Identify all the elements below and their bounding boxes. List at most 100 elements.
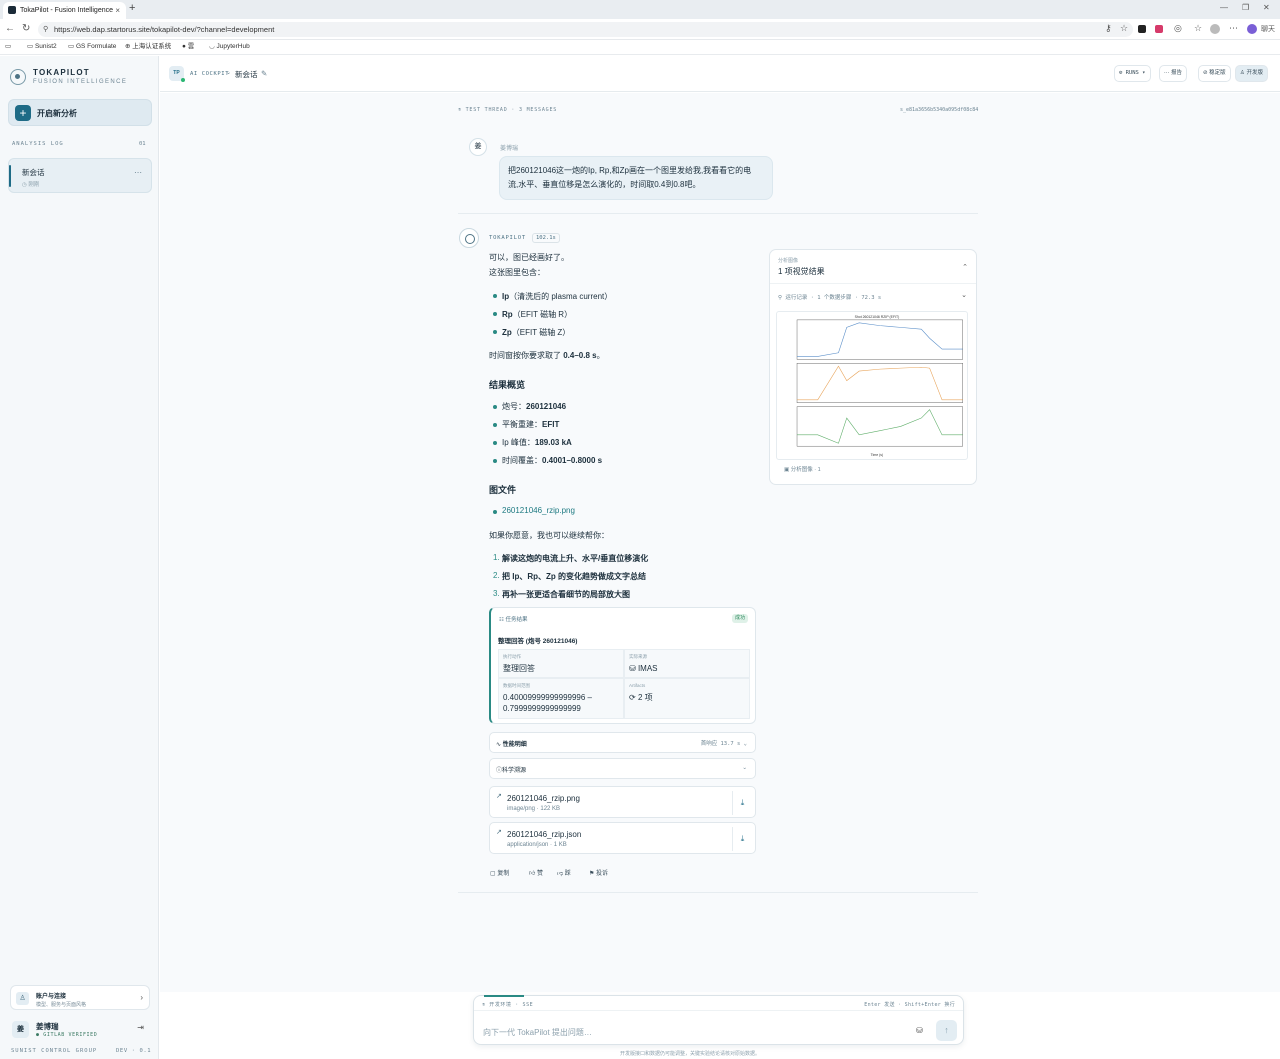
report-button[interactable]: ⚑ 投诉 [589,868,608,877]
send-button[interactable]: ↑ [936,1020,957,1041]
runs-button[interactable]: ⚙ RUNS ▾ [1114,65,1151,82]
site-info-icon[interactable]: ⚲ [43,22,48,37]
more-icon[interactable]: ⋯ [1229,23,1238,34]
database-icon[interactable]: ⛁ [916,1026,923,1035]
bookmark-item[interactable]: ▭ GS Formulate [68,40,116,54]
message-divider [458,892,978,893]
file-attachment[interactable]: ↗ 260121046_rzip.png image/png · 122 KB … [489,786,756,818]
performance-details-toggle[interactable]: ∿ 性能明细 首响应 13.7 s ⌄ [489,732,756,753]
file-meta: application/json · 1 KB [507,842,567,848]
file-attachment[interactable]: ↗ 260121046_rzip.json application/json ·… [489,822,756,854]
assistant-text: 这张图里包含： [489,268,545,277]
version-label: DEV · 0.1 [116,1048,152,1054]
avatar: 姜 [12,1021,29,1038]
session-title[interactable]: 新会话 [235,69,258,80]
rzip-plot[interactable]: Shot 260121046 RZIP (EFIT) Time (s) [776,311,968,460]
browser-tab[interactable]: TokaPilot - Fusion Intelligence × [3,2,126,19]
chevron-down-icon[interactable]: ⌄ [226,69,231,76]
close-window-icon[interactable]: ✕ [1263,3,1270,12]
chevron-right-icon: › [140,993,143,1002]
browser-toolbar: ← ↻ ⚲ https://web.dap.startorus.site/tok… [0,19,1280,40]
back-icon[interactable]: ← [5,23,15,34]
tab-title: TokaPilot - Fusion Intelligence [20,7,113,14]
assistant-text: 可以，图已经画好了。 [489,253,569,262]
thread-id: s_e81a3656b5340a095df08c84 [900,107,979,113]
brand-name: TOKAPILOT [33,68,90,77]
analysis-log-count: 01 [139,141,146,147]
panel-label: 分析图像 [778,258,799,264]
assistant-text: 如果你愿意，我也可以继续帮你： [489,531,609,540]
session-more-icon[interactable]: ⋯ [134,168,142,177]
person-icon: ♙ [16,992,29,1005]
user-profile: 姜 姜博瑞 ● GITLAB VERIFIED ⇥ [10,1017,150,1041]
analysis-log-header: ANALYSIS LOG [12,141,64,147]
copilot-icon[interactable] [1247,24,1257,34]
copilot-label[interactable]: 聊天 [1261,24,1275,34]
logout-icon[interactable]: ⇥ [137,1023,144,1032]
accent-line [484,995,524,997]
bullet [493,459,497,463]
bookmarks-bar: ▭ ▭ Sunist2 ▭ GS Formulate ⊕ 上海认证系统 ● 雲 … [0,40,1280,55]
extension-icon[interactable]: ◎ [1174,23,1182,34]
list-item: 平衡重建：EFIT [502,420,560,429]
chevron-down-icon[interactable]: ⌄ [961,291,967,299]
reload-icon[interactable]: ↻ [22,23,30,34]
chevron-down-icon: ⌄ [742,765,747,771]
file-name: 260121046_rzip.png [507,794,580,803]
new-analysis-button[interactable]: + 开启新分析 [8,99,152,126]
copy-button[interactable]: ▢ 复制 [490,868,509,877]
list-item: Zp（EFIT 磁轴 Z） [502,328,571,337]
edit-icon[interactable]: ✎ [261,69,267,78]
list-item: 再补一张更适合看细节的局部放大图 [502,590,630,599]
science-provenance-toggle[interactable]: ⓘ科学溯源 ⌄ [489,758,756,779]
control-group-label: SUNIST CONTROL GROUP [11,1048,98,1054]
environment-label: ⚗ 开发环境 · SSE [482,1002,534,1008]
file-link[interactable]: 260121046_rzip.png [502,506,575,515]
account-connection-button[interactable]: ♙ 账户与连接 模型、服务与页面风格 › [10,985,150,1010]
top-header: TP AI COCKPIT ⌄ 新会话 ✎ ⚙ RUNS ▾ ⋯ 报告 ⊘ 稳定… [160,56,1280,92]
download-icon[interactable]: ⤓ [732,827,752,851]
active-indicator [9,165,11,187]
task-result-card: ☷ 任务结果 成功 整理回答 (炮号 260121046) 执行动作 整理回答 … [489,607,756,724]
panel-divider [770,283,976,284]
profile-icon[interactable] [1210,24,1220,34]
tab-icon[interactable]: ▭ [5,40,11,54]
new-tab-icon[interactable]: + [129,2,135,14]
session-item[interactable]: 新会话 ◷ 刚刚 ⋯ [8,158,152,193]
like-button[interactable]: 👍︎ 赞 [529,868,543,877]
verified-badge: ● GITLAB VERIFIED [36,1032,98,1038]
bookmark-item[interactable]: ◡ JupyterHub [209,40,250,54]
bookmark-item[interactable]: ● 雲 [182,40,194,54]
list-item: Ip 峰值：189.03 kA [502,438,572,447]
bullet [493,405,497,409]
close-tab-icon[interactable]: × [115,2,120,19]
url-text: https://web.dap.startorus.site/tokapilot… [54,25,275,34]
message-input[interactable]: 向下一代 TokaPilot 提出问题… [483,1027,592,1038]
bookmark-item[interactable]: ▭ Sunist2 [27,40,57,54]
download-icon[interactable]: ⤓ [732,791,752,815]
restore-icon[interactable]: ❐ [1242,3,1249,12]
dev-mode-button[interactable]: ♙ 开发版 [1235,65,1268,82]
brand-subtitle: FUSION INTELLIGENCE [33,79,128,85]
bullet [493,423,497,427]
account-title: 账户与连接 [36,994,67,1000]
minimize-icon[interactable]: — [1220,3,1228,12]
user-name: 姜博瑞 [36,1022,59,1031]
dislike-button[interactable]: 👎︎ 踩 [557,868,571,877]
section-heading: 结果概览 [489,380,526,390]
favorites-icon[interactable]: ☆ [1194,23,1202,34]
star-icon[interactable]: ☆ [1120,23,1128,34]
chevron-up-icon[interactable]: ⌃ [962,263,968,271]
key-icon[interactable]: ⚷ [1105,23,1112,34]
section-heading: 图文件 [489,485,517,495]
list-item: Rp（EFIT 磁轴 R） [502,310,573,319]
run-record[interactable]: ⚲ 运行记录 · 1 个数据步骤 · 72.3 s [778,293,881,301]
bookmark-item[interactable]: ⊕ 上海认证系统 [125,40,171,54]
thread-label: ⚗ TEST THREAD · 3 MESSAGES [458,107,558,113]
file-meta: image/png · 122 KB [507,806,561,812]
extension-icon[interactable] [1155,25,1163,33]
address-bar[interactable]: ⚲ https://web.dap.startorus.site/tokapil… [38,22,1133,37]
extension-icon[interactable] [1138,25,1146,33]
stable-mode-button[interactable]: ⊘ 稳定版 [1198,65,1231,82]
report-button[interactable]: ⋯ 报告 [1159,65,1188,82]
